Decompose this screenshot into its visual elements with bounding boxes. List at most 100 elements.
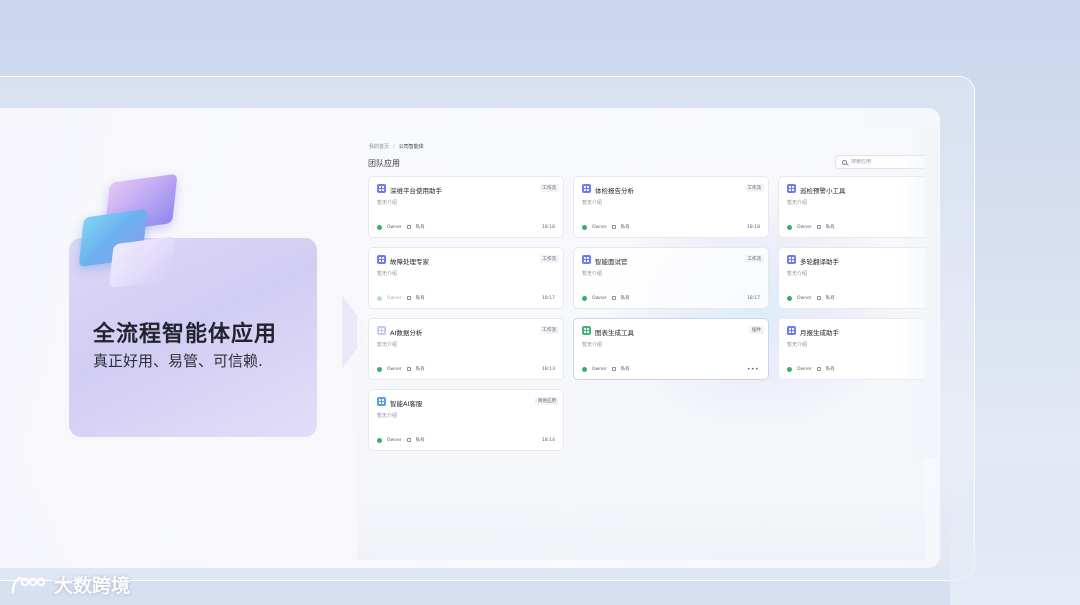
card-visibility: 私有 <box>415 438 425 443</box>
card-time: 18:18 <box>747 225 760 230</box>
owner-avatar-icon <box>582 295 587 301</box>
app-card[interactable]: 巡检预警小工具 暂无介绍 Owner 私有 <box>778 176 925 238</box>
workflow-icon <box>377 184 386 193</box>
lock-icon <box>406 438 411 442</box>
search-icon <box>842 159 847 165</box>
card-footer: Owner 私有 <box>377 437 425 443</box>
owner-avatar-icon <box>377 224 382 230</box>
app-card[interactable]: 智能AI客服 简易应用 暂无介绍 Owner 私有 18:14 <box>368 389 564 451</box>
plugin-icon <box>582 326 591 335</box>
app-card[interactable]: 故障处理专家 工作流 暂无介绍 Owner 私有 18:17 <box>368 247 564 309</box>
lock-icon <box>406 367 411 371</box>
app-icon <box>377 397 386 406</box>
owner-avatar-icon <box>582 224 587 230</box>
card-owner: Owner <box>797 295 812 301</box>
card-visibility: 私有 <box>620 367 630 372</box>
workflow-icon <box>787 255 796 264</box>
app-card[interactable]: AI数据分析 工作流 暂无介绍 Owner 私有 18:13 <box>368 318 564 380</box>
card-title: 深维平台使用助手 <box>390 187 442 195</box>
card-type-badge: 工作流 <box>539 326 559 334</box>
card-type-badge: 工作流 <box>744 255 764 263</box>
owner-avatar-icon <box>787 224 792 230</box>
card-visibility: 私有 <box>620 225 630 230</box>
lock-icon <box>816 225 821 229</box>
card-description: 暂无介绍 <box>582 271 603 277</box>
search-input[interactable] <box>851 159 921 165</box>
card-title: 体检报告分析 <box>595 187 634 195</box>
card-type-badge: 简易应用 <box>535 397 559 405</box>
card-visibility: 私有 <box>825 225 835 230</box>
app-card[interactable]: 智能面试官 工作流 暂无介绍 Owner 私有 18:17 <box>573 247 769 309</box>
workflow-icon <box>582 184 591 193</box>
card-time: 18:18 <box>542 225 555 230</box>
card-description: 暂无介绍 <box>582 200 603 206</box>
lock-icon <box>816 296 821 300</box>
owner-avatar-icon <box>377 366 382 372</box>
workflow-icon <box>377 255 386 264</box>
card-title: 图表生成工具 <box>595 329 634 337</box>
search-box[interactable] <box>835 155 925 169</box>
breadcrumb-home[interactable]: 我的首页 <box>369 144 389 150</box>
card-description: 暂无介绍 <box>787 200 808 206</box>
app-card-selected[interactable]: 图表生成工具 插件 暂无介绍 Owner 私有 ••• <box>573 318 769 380</box>
card-visibility: 私有 <box>415 367 425 372</box>
card-owner: Owner <box>387 437 402 443</box>
card-type-badge: 工作流 <box>539 255 559 263</box>
card-footer: Owner 私有 <box>787 224 835 230</box>
card-time: 18:17 <box>542 296 555 301</box>
card-description: 暂无介绍 <box>377 200 398 206</box>
hero-subtitle: 真正好用、易管、可信赖. <box>93 352 263 370</box>
hero-title: 全流程智能体应用 <box>93 322 278 347</box>
card-description: 暂无介绍 <box>787 342 808 348</box>
owner-avatar-icon <box>787 366 792 372</box>
card-owner: Owner <box>592 224 607 230</box>
more-options-icon[interactable]: ••• <box>747 366 759 373</box>
card-time: 18:17 <box>747 296 760 301</box>
card-time: 18:13 <box>542 367 555 372</box>
card-visibility: 私有 <box>415 296 425 301</box>
workflow-icon <box>787 326 796 335</box>
bottom-glow <box>950 470 1080 605</box>
card-footer: Owner 私有 <box>582 224 630 230</box>
card-owner: Owner <box>592 366 607 372</box>
watermark: 大数跨境 <box>10 571 130 598</box>
card-description: 暂无介绍 <box>377 271 398 277</box>
workflow-icon <box>582 255 591 264</box>
card-title: 故障处理专家 <box>390 258 429 266</box>
card-type-badge: 工作流 <box>539 184 559 192</box>
watermark-logo-icon <box>11 576 46 593</box>
app-card[interactable]: 深维平台使用助手 工作流 暂无介绍 Owner 私有 18:18 <box>368 176 564 238</box>
breadcrumb: 我的首页 / 公司智能体 <box>369 143 424 150</box>
owner-avatar-icon <box>377 295 382 301</box>
watermark-text: 大数跨境 <box>54 575 131 597</box>
card-footer: Owner 私有 <box>377 224 425 230</box>
card-title: 智能面试官 <box>595 258 628 266</box>
card-title: 多轮翻译助手 <box>800 258 839 266</box>
lock-icon <box>406 296 411 300</box>
card-footer: Owner 私有 <box>787 295 835 301</box>
card-footer: Owner 私有 <box>787 366 835 372</box>
card-visibility: 私有 <box>620 296 630 301</box>
app-card[interactable]: 体检报告分析 工作流 暂无介绍 Owner 私有 18:18 <box>573 176 769 238</box>
app-card[interactable]: 月报生成助手 暂无介绍 Owner 私有 <box>778 318 925 380</box>
lock-icon <box>611 225 616 229</box>
card-footer: Owner 私有 <box>582 295 630 301</box>
cube-graphic-front <box>108 236 176 288</box>
card-visibility: 私有 <box>415 225 425 230</box>
card-description: 暂无介绍 <box>787 271 808 277</box>
card-description: 暂无介绍 <box>582 342 603 348</box>
card-owner: Owner <box>797 366 812 372</box>
card-owner: Owner <box>592 295 607 301</box>
app-card[interactable]: 多轮翻译助手 暂无介绍 Owner 私有 <box>778 247 925 309</box>
card-description: 暂无介绍 <box>377 342 398 348</box>
card-title: 智能AI客服 <box>390 400 423 408</box>
owner-avatar-icon <box>377 437 382 443</box>
owner-avatar-icon <box>582 366 587 372</box>
breadcrumb-current: 公司智能体 <box>398 144 424 150</box>
card-title: 月报生成助手 <box>800 329 839 337</box>
lock-icon <box>816 367 821 371</box>
card-title: AI数据分析 <box>390 329 423 337</box>
card-visibility: 私有 <box>825 367 835 372</box>
card-type-badge: 工作流 <box>744 184 764 192</box>
card-description: 暂无介绍 <box>377 413 398 419</box>
